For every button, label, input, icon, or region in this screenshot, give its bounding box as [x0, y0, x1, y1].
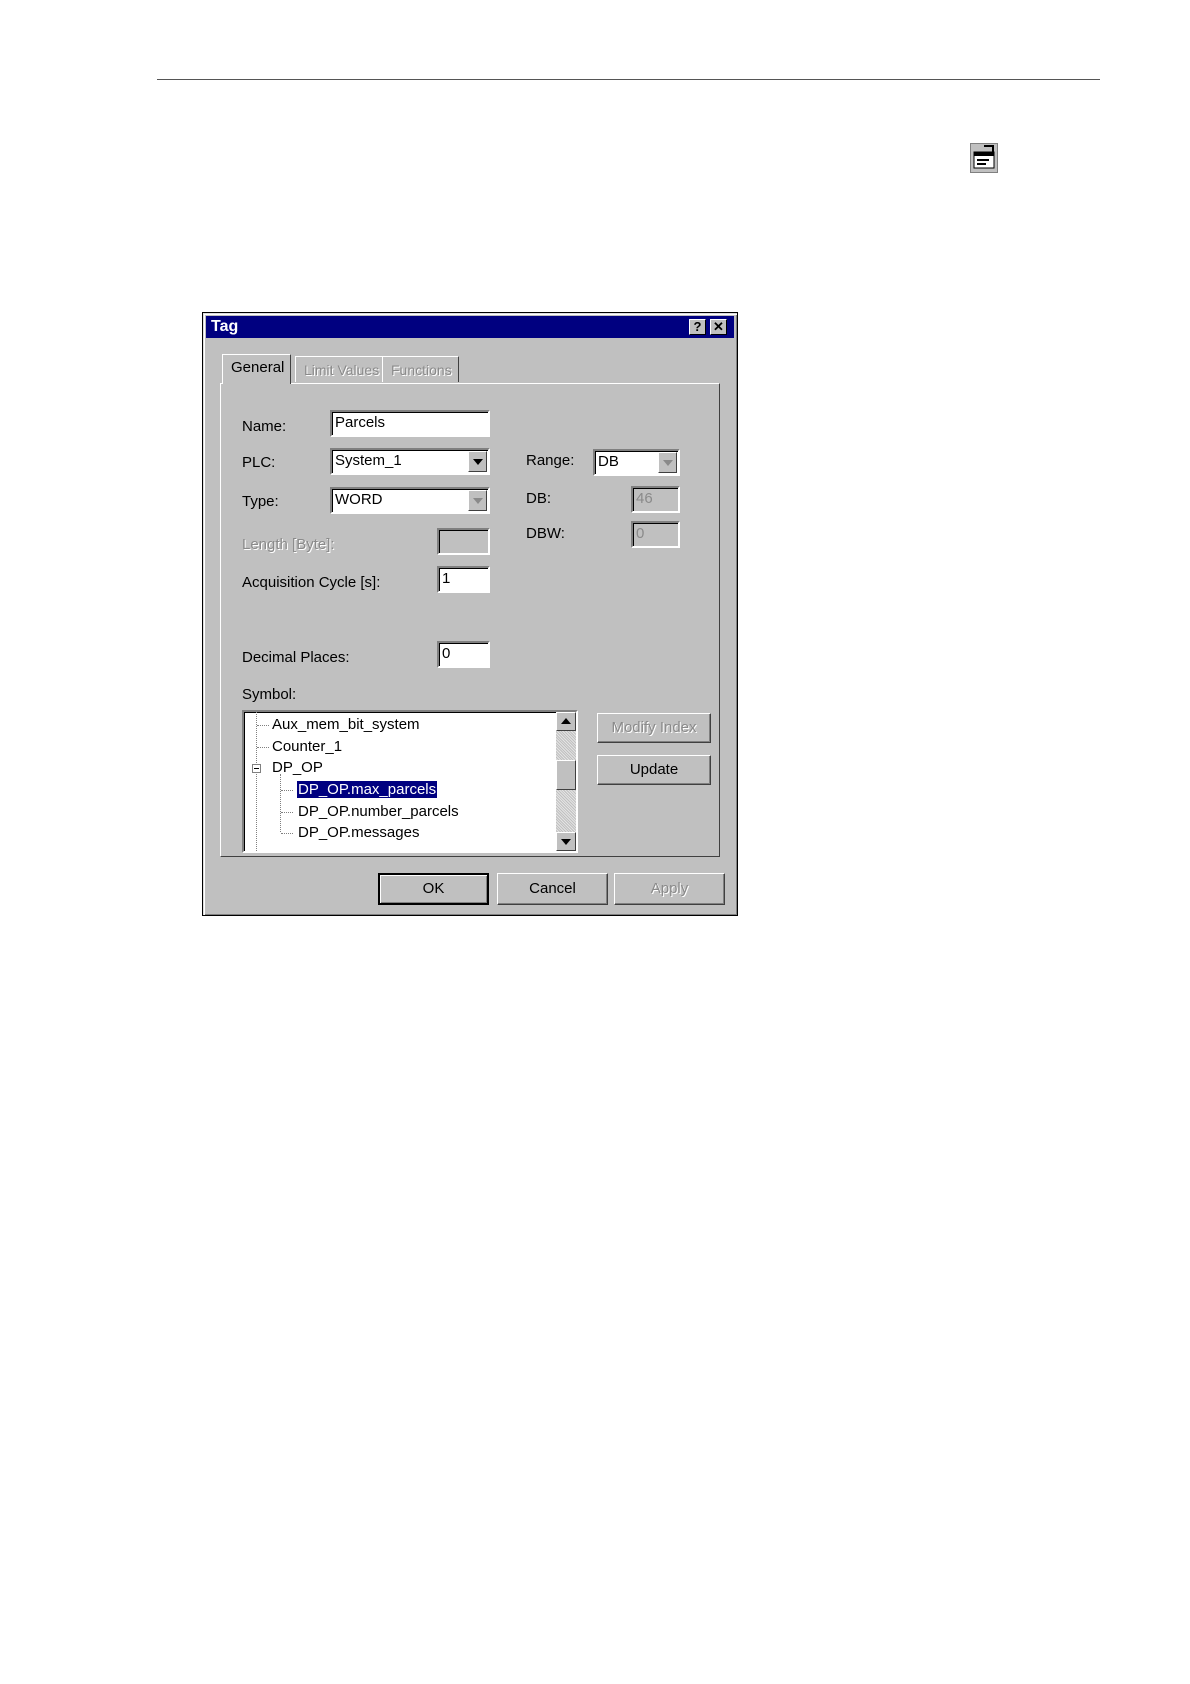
close-button[interactable]: ✕ [710, 319, 727, 335]
page-header-rule [157, 79, 1100, 80]
db-field[interactable]: 46 [631, 486, 680, 513]
decimal-places-label: Decimal Places: [242, 649, 350, 666]
symbol-label: Symbol: [242, 686, 297, 703]
type-combo[interactable]: WORD [330, 487, 490, 514]
tree-scrollbar[interactable] [556, 712, 576, 851]
tab-functions[interactable]: Functions [382, 356, 459, 382]
dbw-field[interactable]: 0 [631, 521, 680, 548]
properties-icon[interactable] [970, 143, 998, 173]
modify-index-button[interactable]: Modify Index [597, 713, 711, 743]
range-value: DB [598, 453, 619, 470]
dialog-titlebar: Tag ? ✕ [206, 316, 734, 338]
tree-item[interactable]: DP_OP.messages [298, 824, 419, 841]
help-button[interactable]: ? [689, 319, 706, 335]
chevron-down-icon[interactable] [468, 451, 487, 472]
tree-connector [281, 833, 293, 834]
type-label: Type: [242, 493, 279, 510]
tree-connector [256, 712, 257, 851]
help-icon: ? [693, 319, 702, 334]
scroll-thumb[interactable] [556, 760, 576, 790]
plc-label: PLC: [242, 454, 276, 471]
scroll-down-icon[interactable] [556, 832, 576, 851]
ok-button[interactable]: OK [378, 873, 489, 905]
range-label: Range: [526, 452, 575, 469]
length-field[interactable] [437, 528, 490, 555]
scroll-up-icon[interactable] [556, 712, 576, 731]
plc-combo[interactable]: System_1 [330, 448, 490, 475]
dbw-label: DBW: [526, 525, 565, 542]
range-combo[interactable]: DB [593, 449, 680, 476]
tab-limit-values-label: Limit Values [304, 362, 380, 378]
tree-connector [280, 774, 281, 832]
tree-item[interactable]: DP_OP [272, 759, 323, 776]
db-label: DB: [526, 490, 552, 507]
collapse-icon[interactable] [252, 764, 261, 773]
name-field[interactable]: Parcels [330, 410, 490, 437]
name-label: Name: [242, 418, 287, 435]
dialog-title: Tag [211, 318, 239, 335]
tab-general-label: General [231, 359, 285, 376]
tree-connector [257, 725, 269, 726]
tree-connector [281, 790, 293, 791]
acquisition-cycle-label: Acquisition Cycle [s]: [242, 574, 381, 591]
tree-item[interactable]: DP_OP.number_parcels [298, 803, 459, 820]
acquisition-cycle-field[interactable]: 1 [437, 566, 490, 593]
update-button[interactable]: Update [597, 755, 711, 785]
plc-value: System_1 [335, 452, 402, 469]
decimal-places-field[interactable]: 0 [437, 641, 490, 668]
tab-functions-label: Functions [391, 362, 452, 378]
tree-item-selected[interactable]: DP_OP.max_parcels [295, 780, 439, 799]
symbol-tree[interactable]: Aux_mem_bit_system Counter_1 DP_OP DP_OP… [242, 710, 578, 853]
tree-item[interactable]: Counter_1 [272, 738, 342, 755]
chevron-down-icon[interactable] [468, 490, 487, 511]
tab-general[interactable]: General [222, 354, 292, 384]
length-label: Length [Byte]: [242, 536, 335, 553]
apply-button[interactable]: Apply [614, 873, 725, 905]
chevron-down-icon[interactable] [658, 452, 677, 473]
tree-connector [281, 812, 293, 813]
tree-connector [257, 747, 269, 748]
tab-limit-values[interactable]: Limit Values [295, 356, 387, 382]
type-value: WORD [335, 491, 383, 508]
close-icon: ✕ [713, 319, 724, 334]
tree-item[interactable]: Aux_mem_bit_system [272, 716, 420, 733]
cancel-button[interactable]: Cancel [497, 873, 608, 905]
